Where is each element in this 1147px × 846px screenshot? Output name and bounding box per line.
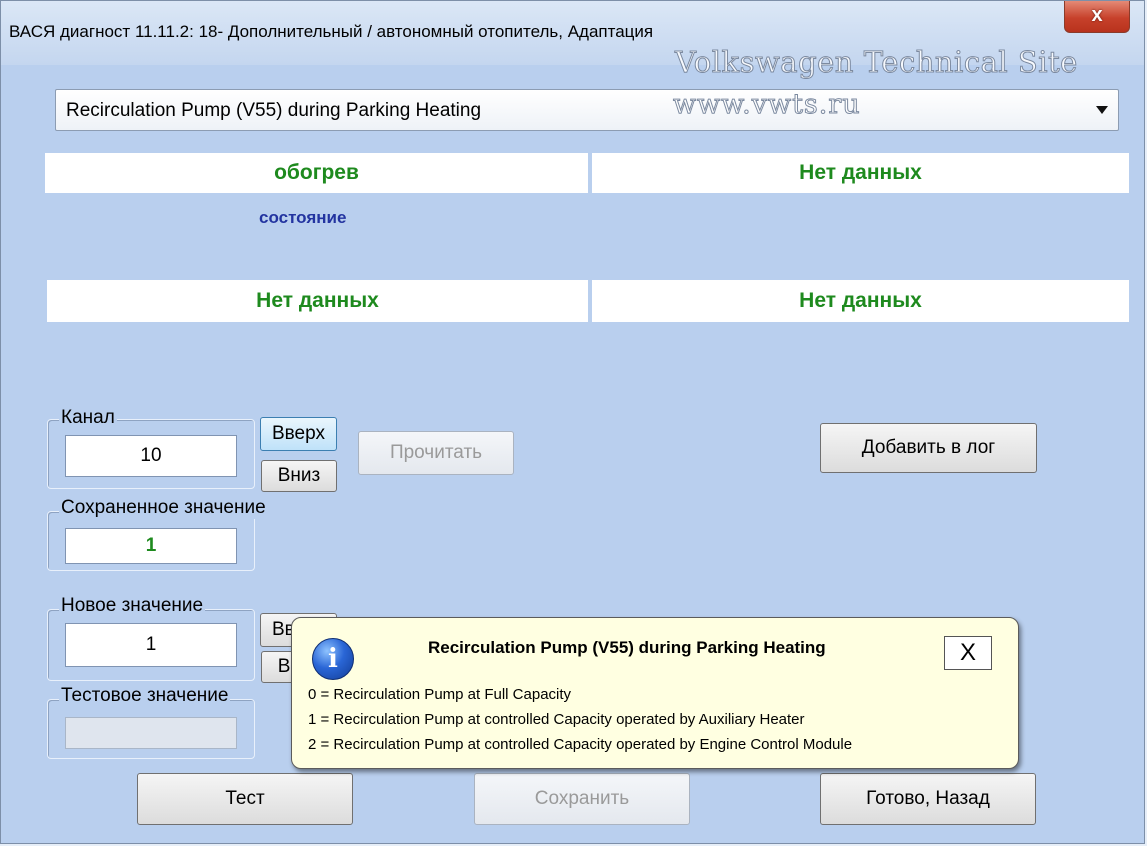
window-close-button[interactable]: x <box>1064 1 1130 33</box>
channel-down-button[interactable]: Вниз <box>261 460 337 492</box>
done-back-button[interactable]: Готово, Назад <box>820 773 1036 825</box>
new-value-input[interactable]: 1 <box>65 623 237 667</box>
info-tooltip: i Recirculation Pump (V55) during Parkin… <box>291 617 1019 769</box>
read-button[interactable]: Прочитать <box>358 431 514 475</box>
test-value-field <box>65 717 237 749</box>
channel-up-button[interactable]: Вверх <box>260 417 337 451</box>
measure-field-2: Нет данных <box>592 153 1129 193</box>
info-icon: i <box>312 638 354 680</box>
saved-value-label: Сохраненное значение <box>59 497 268 519</box>
measure-field-1: обогрев <box>45 153 588 193</box>
app-window: ВАСЯ диагност 11.11.2: 18- Дополнительны… <box>0 0 1145 844</box>
chevron-down-icon[interactable] <box>1096 106 1108 114</box>
test-button[interactable]: Тест <box>137 773 353 825</box>
tooltip-line-1: 1 = Recirculation Pump at controlled Cap… <box>308 711 805 728</box>
close-icon: x <box>1091 4 1103 26</box>
channel-select[interactable]: Recirculation Pump (V55) during Parking … <box>55 89 1119 131</box>
measure-field-4: Нет данных <box>592 280 1129 322</box>
channel-label: Канал <box>59 407 117 429</box>
test-value-label: Тестовое значение <box>59 685 231 707</box>
tooltip-line-2: 2 = Recirculation Pump at controlled Cap… <box>308 736 853 753</box>
measure-field-1-label: состояние <box>259 208 347 227</box>
channel-select-value: Recirculation Pump (V55) during Parking … <box>66 100 482 121</box>
tooltip-title: Recirculation Pump (V55) during Parking … <box>428 638 826 657</box>
new-value-label: Новое значение <box>59 595 206 617</box>
watermark-url: www.vwts.ru <box>673 89 861 121</box>
watermark-title: Volkswagen Technical Site <box>675 45 1078 80</box>
tooltip-line-0: 0 = Recirculation Pump at Full Capacity <box>308 686 572 703</box>
saved-value-field: 1 <box>65 528 237 564</box>
add-to-log-button[interactable]: Добавить в лог <box>820 423 1037 473</box>
tooltip-close-button[interactable]: X <box>944 636 992 670</box>
channel-input[interactable]: 10 <box>65 435 237 477</box>
measure-field-3: Нет данных <box>47 280 588 322</box>
window-title: ВАСЯ диагност 11.11.2: 18- Дополнительны… <box>9 22 654 41</box>
save-button[interactable]: Сохранить <box>474 773 690 825</box>
